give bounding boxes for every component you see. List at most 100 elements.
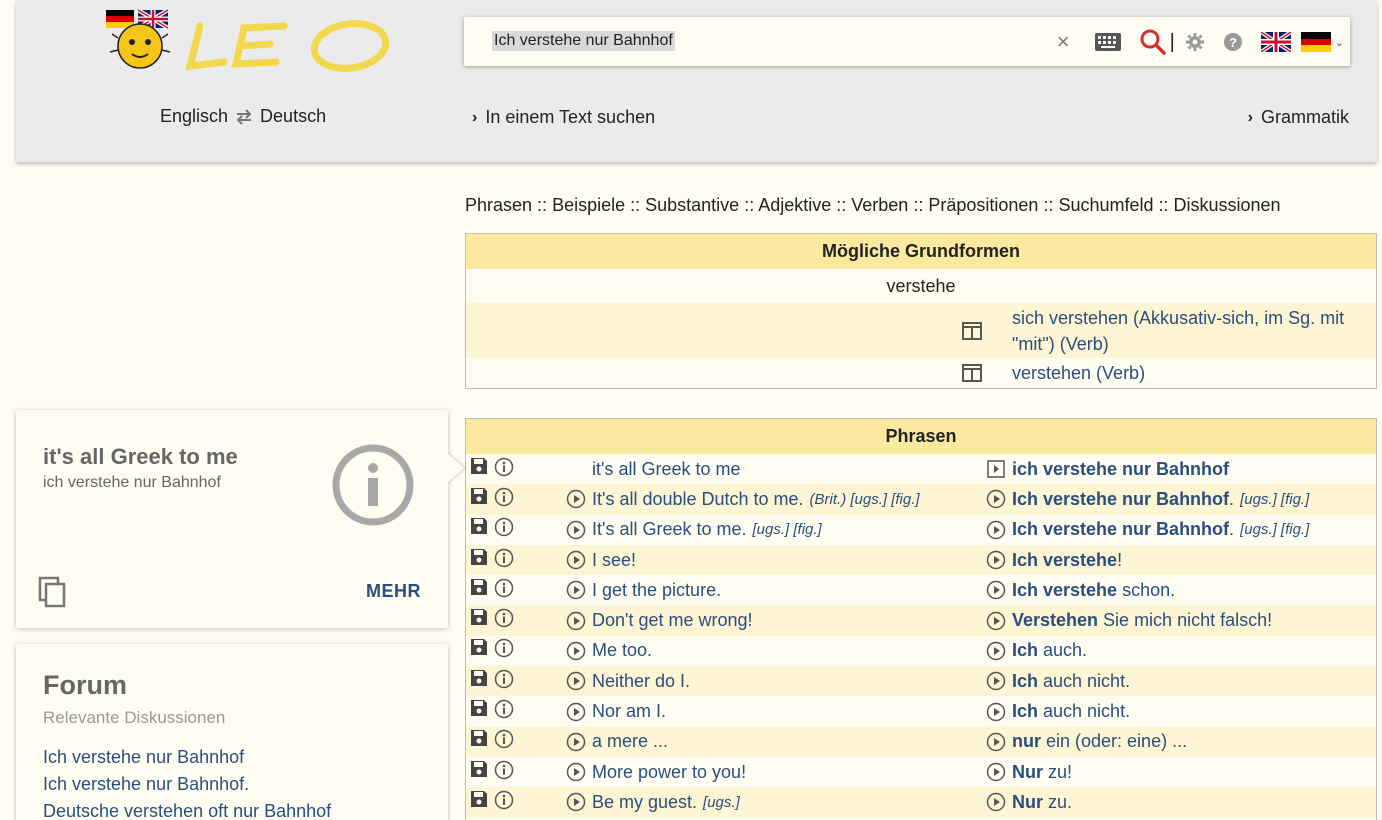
phrase-de-head[interactable]: Nur [1012, 762, 1043, 783]
search-icon[interactable] [1140, 27, 1166, 57]
info-icon[interactable] [494, 638, 514, 663]
grundform-link[interactable]: sich verstehen (Akkusativ-sich, im Sg. m… [1012, 305, 1376, 357]
info-icon[interactable] [494, 699, 514, 724]
phrase-en[interactable]: Neither do I. [592, 671, 690, 692]
play-audio-icon[interactable] [566, 702, 586, 722]
save-icon[interactable] [470, 729, 488, 754]
phrase-en[interactable]: More power to you! [592, 762, 746, 783]
info-icon[interactable] [494, 517, 514, 542]
play-audio-icon[interactable] [566, 550, 586, 570]
grundform-row[interactable]: sich verstehen (Akkusativ-sich, im Sg. m… [466, 303, 1376, 358]
play-audio-icon[interactable] [566, 580, 586, 600]
phrase-en[interactable]: Nor am I. [592, 701, 666, 722]
grammar-link[interactable]: › Grammatik [1248, 107, 1349, 128]
section-link-verben[interactable]: Verben [851, 195, 908, 215]
grundform-link[interactable]: verstehen (Verb) [1012, 360, 1376, 386]
play-audio-icon[interactable] [566, 611, 586, 631]
german-flag-icon[interactable] [1300, 27, 1331, 57]
save-icon[interactable] [470, 487, 488, 512]
play-audio-icon[interactable] [986, 702, 1006, 722]
info-icon[interactable] [494, 548, 514, 573]
play-audio-icon[interactable] [986, 580, 1006, 600]
info-icon[interactable] [494, 760, 514, 785]
info-icon[interactable] [494, 790, 514, 815]
phrase-en[interactable]: it's all Greek to me [592, 459, 740, 480]
play-audio-icon[interactable] [566, 762, 586, 782]
save-icon[interactable] [470, 638, 488, 663]
text-search-link[interactable]: › In einem Text suchen [472, 107, 655, 128]
phrase-en[interactable]: I see! [592, 550, 636, 571]
save-icon[interactable] [470, 760, 488, 785]
section-link-phrasen[interactable]: Phrasen [465, 195, 532, 215]
play-audio-icon[interactable] [986, 671, 1006, 691]
save-icon[interactable] [470, 608, 488, 633]
save-icon[interactable] [470, 457, 488, 482]
play-audio-icon[interactable] [566, 489, 586, 509]
phrase-en[interactable]: a mere ... [592, 731, 668, 752]
clear-icon[interactable]: × [1057, 27, 1070, 57]
phrase-de-head[interactable]: nur [1012, 731, 1041, 752]
section-link-substantive[interactable]: Substantive [645, 195, 739, 215]
gear-icon[interactable] [1185, 27, 1205, 57]
search-input[interactable]: Ich verstehe nur Bahnhof [492, 31, 675, 51]
phrase-en[interactable]: Don't get me wrong! [592, 610, 753, 631]
play-audio-icon[interactable] [986, 792, 1006, 812]
play-audio-icon[interactable] [986, 762, 1006, 782]
play-audio-icon[interactable] [986, 489, 1006, 509]
info-icon[interactable] [494, 457, 514, 482]
phrase-de-head[interactable]: Ich [1012, 640, 1038, 661]
info-icon[interactable] [494, 608, 514, 633]
table-view-icon[interactable] [962, 321, 982, 340]
play-audio-icon[interactable] [986, 732, 1006, 752]
info-icon[interactable] [494, 578, 514, 603]
save-icon[interactable] [470, 790, 488, 815]
save-icon[interactable] [470, 669, 488, 694]
play-audio-icon[interactable] [566, 671, 586, 691]
play-audio-icon[interactable] [986, 641, 1006, 661]
phrase-en[interactable]: It's all double Dutch to me. [592, 489, 804, 510]
phrase-en[interactable]: Me too. [592, 640, 652, 661]
keyboard-icon[interactable] [1094, 27, 1122, 57]
info-icon[interactable] [332, 444, 414, 526]
save-icon[interactable] [470, 699, 488, 724]
info-icon[interactable] [494, 487, 514, 512]
phrase-de-head[interactable]: Ich verstehe [1012, 550, 1117, 571]
save-icon[interactable] [470, 517, 488, 542]
phrase-de-head[interactable]: Verstehen [1012, 610, 1098, 631]
phrase-de-head[interactable]: ich verstehe nur Bahnhof [1012, 459, 1229, 480]
copy-icon[interactable] [38, 576, 66, 608]
play-audio-icon[interactable] [566, 520, 586, 540]
phrase-en[interactable]: Be my guest. [592, 792, 697, 813]
play-audio-icon[interactable] [986, 520, 1006, 540]
phrase-de-head[interactable]: Nur [1012, 792, 1043, 813]
save-icon[interactable] [470, 578, 488, 603]
more-button[interactable]: MEHR [366, 581, 421, 602]
chevron-down-icon[interactable]: ⌄ [1335, 27, 1344, 57]
phrase-de-head[interactable]: Ich [1012, 671, 1038, 692]
phrase-de-head[interactable]: Ich verstehe nur Bahnhof [1012, 489, 1229, 510]
play-audio-icon[interactable] [566, 732, 586, 752]
forum-link[interactable]: Ich verstehe nur Bahnhof [43, 744, 331, 771]
forum-link[interactable]: Deutsche verstehen oft nur Bahnhof [43, 798, 331, 820]
section-link-praepositionen[interactable]: Präpositionen [928, 195, 1038, 215]
leo-logo[interactable] [104, 4, 394, 76]
uk-flag-icon[interactable] [1260, 27, 1291, 57]
phrase-de-head[interactable]: Ich verstehe nur Bahnhof [1012, 519, 1229, 540]
grundform-row[interactable]: verstehen (Verb) [466, 358, 1376, 388]
forum-link[interactable]: Ich verstehe nur Bahnhof. [43, 771, 331, 798]
phrase-en[interactable]: I get the picture. [592, 580, 721, 601]
phrase-de-head[interactable]: Ich [1012, 701, 1038, 722]
section-link-diskussionen[interactable]: Diskussionen [1174, 195, 1281, 215]
language-switch[interactable]: Englisch Deutsch [160, 106, 326, 127]
phrase-en[interactable]: It's all Greek to me. [592, 519, 747, 540]
section-link-beispiele[interactable]: Beispiele [552, 195, 625, 215]
section-link-adjektive[interactable]: Adjektive [758, 195, 831, 215]
play-audio-icon[interactable] [986, 460, 1006, 478]
help-icon[interactable]: ? [1223, 27, 1243, 57]
table-view-icon[interactable] [962, 364, 982, 382]
play-audio-icon[interactable] [986, 550, 1006, 570]
phrase-de-head[interactable]: Ich verstehe [1012, 580, 1117, 601]
play-audio-icon[interactable] [566, 641, 586, 661]
play-audio-icon[interactable] [986, 611, 1006, 631]
info-icon[interactable] [494, 729, 514, 754]
